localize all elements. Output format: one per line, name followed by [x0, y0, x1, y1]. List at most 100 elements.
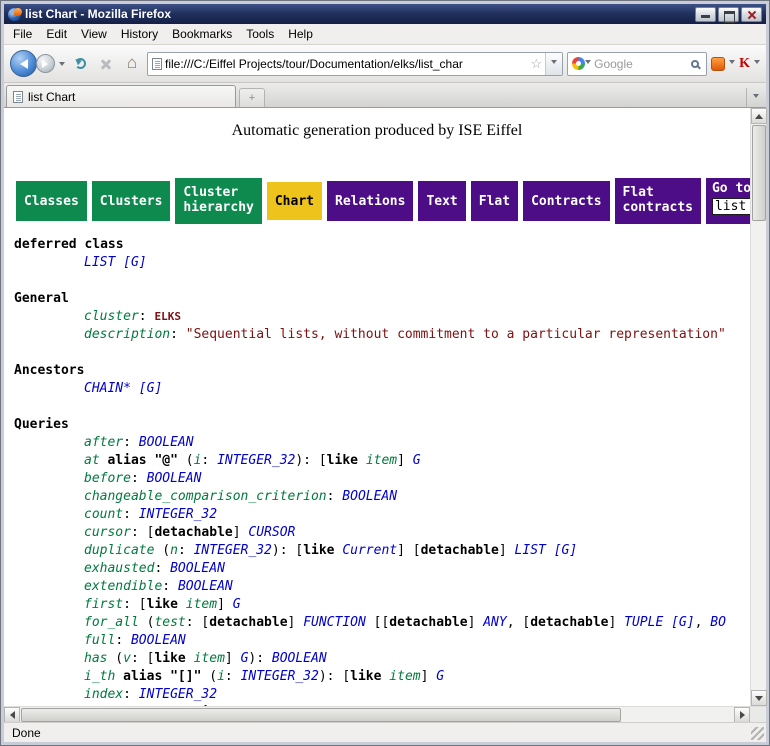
class-link[interactable]: BOOLEAN: [342, 489, 397, 504]
maximize-button[interactable]: [718, 7, 739, 22]
feature-link[interactable]: cursor: [84, 525, 131, 540]
feature-link[interactable]: index: [84, 687, 123, 702]
back-button[interactable]: [10, 50, 37, 77]
minimize-button[interactable]: [695, 7, 716, 22]
menu-history[interactable]: History: [114, 25, 165, 43]
class-link[interactable]: BOOLEAN: [131, 633, 186, 648]
feature-link[interactable]: item: [389, 669, 420, 684]
menu-file[interactable]: File: [6, 25, 39, 43]
vscroll-thumb[interactable]: [752, 125, 766, 221]
class-link[interactable]: BOOLEAN: [178, 579, 233, 594]
menu-tools[interactable]: Tools: [239, 25, 281, 43]
feature-link[interactable]: cluster: [84, 309, 139, 324]
feature-link[interactable]: item: [366, 453, 397, 468]
class-link[interactable]: LIST: [515, 543, 546, 558]
class-link[interactable]: FUNCTION: [303, 615, 366, 630]
nav-classes[interactable]: Classes: [16, 181, 87, 221]
class-link[interactable]: INTEGER_32: [139, 687, 217, 702]
address-input[interactable]: [162, 57, 527, 71]
list-all-tabs-button[interactable]: [746, 88, 764, 107]
class-link[interactable]: CURSOR: [248, 525, 295, 540]
nav-chart[interactable]: Chart: [267, 182, 322, 220]
class-link[interactable]: BOOLEAN: [139, 435, 194, 450]
feature-link[interactable]: count: [84, 507, 123, 522]
nav-contracts[interactable]: Contracts: [523, 181, 609, 221]
horizontal-scrollbar[interactable]: [4, 706, 750, 722]
home-button[interactable]: [121, 53, 143, 75]
feature-link[interactable]: full: [84, 633, 115, 648]
new-tab-button[interactable]: [239, 88, 265, 107]
addon-orange-icon[interactable]: [711, 57, 725, 71]
addon-k-icon[interactable]: [739, 56, 750, 72]
scroll-left-button[interactable]: [4, 707, 20, 723]
nav-relations[interactable]: Relations: [327, 181, 413, 221]
feature-link[interactable]: at: [84, 453, 100, 468]
forward-button[interactable]: [36, 54, 55, 73]
class-link[interactable]: G: [436, 669, 444, 684]
class-link[interactable]: [G]: [554, 543, 577, 558]
class-link[interactable]: G: [413, 453, 421, 468]
feature-link[interactable]: before: [84, 471, 131, 486]
menu-view[interactable]: View: [74, 25, 114, 43]
menu-edit[interactable]: Edit: [39, 25, 74, 43]
menu-bookmarks[interactable]: Bookmarks: [165, 25, 239, 43]
addon-k-dropdown-icon[interactable]: [754, 60, 760, 67]
feature-link[interactable]: extendible: [84, 579, 162, 594]
feature-link[interactable]: v: [123, 651, 131, 666]
feature-link[interactable]: i: [217, 669, 225, 684]
feature-link[interactable]: changeable_comparison_criterion: [84, 489, 327, 504]
feature-link[interactable]: has: [84, 651, 107, 666]
class-link[interactable]: INTEGER_32: [241, 669, 319, 684]
class-link[interactable]: [G]: [139, 381, 162, 396]
feature-link[interactable]: item: [194, 651, 225, 666]
hscroll-thumb[interactable]: [21, 708, 621, 722]
feature-link[interactable]: exhausted: [84, 561, 154, 576]
class-link[interactable]: INTEGER_32: [217, 453, 295, 468]
tab-list-chart[interactable]: list Chart: [6, 85, 236, 107]
class-link[interactable]: INTEGER_32: [139, 507, 217, 522]
resize-grip-icon[interactable]: [751, 727, 764, 740]
address-dropdown-button[interactable]: [545, 53, 562, 75]
addon-orange-dropdown-icon[interactable]: [729, 60, 735, 67]
class-link[interactable]: CHAIN*: [84, 381, 131, 396]
goto-input[interactable]: [712, 198, 750, 215]
vertical-scrollbar[interactable]: [750, 108, 766, 706]
bookmark-star-icon[interactable]: [527, 56, 545, 72]
class-link[interactable]: INTEGER_32: [194, 543, 272, 558]
feature-link[interactable]: i_th: [84, 669, 115, 684]
feature-link[interactable]: for_all: [84, 615, 139, 630]
history-dropdown-icon[interactable]: [59, 62, 65, 69]
scroll-up-button[interactable]: [751, 108, 767, 124]
scroll-down-button[interactable]: [751, 690, 767, 706]
class-link[interactable]: BOOLEAN: [272, 651, 327, 666]
feature-link[interactable]: n: [170, 543, 178, 558]
nav-flat[interactable]: Flat: [471, 181, 518, 221]
class-link[interactable]: BOOLEAN: [147, 471, 202, 486]
feature-link[interactable]: test: [154, 615, 185, 630]
scroll-right-button[interactable]: [734, 707, 750, 723]
class-link[interactable]: [G]: [671, 615, 694, 630]
google-logo-icon[interactable]: [572, 57, 585, 70]
class-link[interactable]: BO: [710, 615, 726, 630]
feature-link[interactable]: duplicate: [84, 543, 154, 558]
class-link[interactable]: LIST: [84, 255, 115, 270]
feature-link[interactable]: item: [186, 597, 217, 612]
class-link[interactable]: [G]: [123, 255, 146, 270]
close-button[interactable]: [741, 7, 762, 22]
class-link[interactable]: TUPLE: [624, 615, 663, 630]
class-link[interactable]: G: [233, 597, 241, 612]
nav-cluster-hierarchy[interactable]: Cluster hierarchy: [175, 178, 261, 224]
feature-link[interactable]: description: [84, 327, 170, 342]
reload-button[interactable]: [69, 53, 91, 75]
class-link[interactable]: BOOLEAN: [170, 561, 225, 576]
class-link[interactable]: ANY: [483, 615, 506, 630]
feature-link[interactable]: after: [84, 435, 123, 450]
nav-clusters[interactable]: Clusters: [92, 181, 171, 221]
feature-link[interactable]: first: [84, 597, 123, 612]
search-magnifier-icon[interactable]: [691, 60, 699, 68]
menu-help[interactable]: Help: [281, 25, 320, 43]
nav-text[interactable]: Text: [418, 181, 465, 221]
nav-flat-contracts[interactable]: Flat contracts: [615, 178, 701, 224]
stop-button[interactable]: [95, 53, 117, 75]
search-input[interactable]: [591, 57, 691, 71]
